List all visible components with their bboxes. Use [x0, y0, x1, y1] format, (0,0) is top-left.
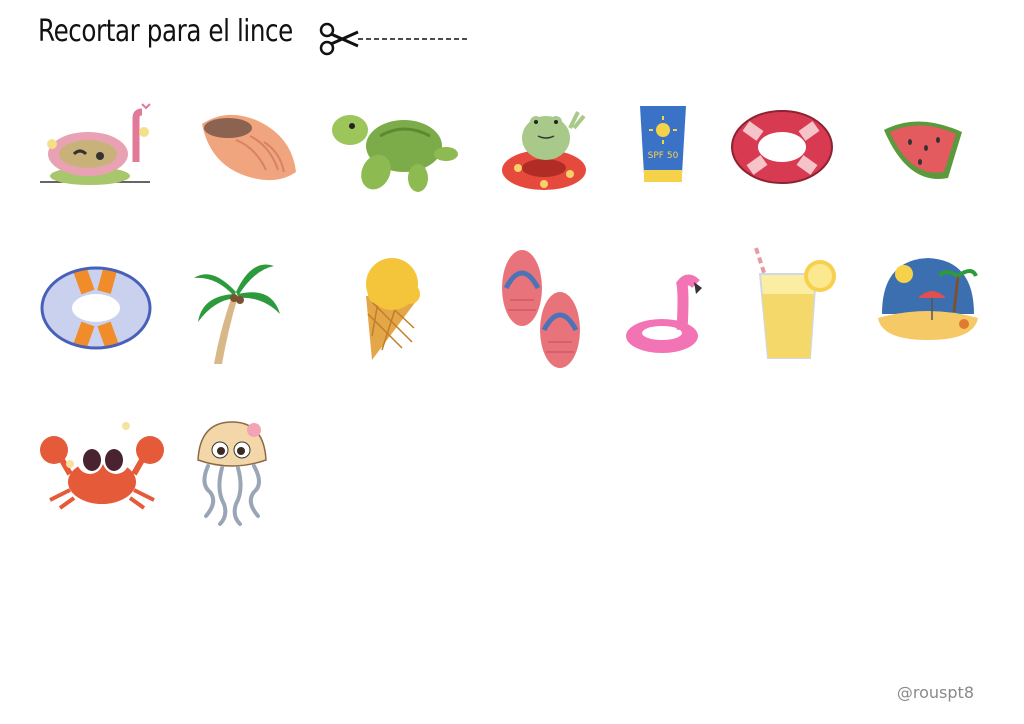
- page-title: Recortar para el lince: [38, 14, 293, 49]
- snorkel-mask-icon: [38, 103, 156, 188]
- sea-turtle-icon: [330, 106, 460, 194]
- blue-swim-ring-icon: [40, 266, 152, 350]
- sunscreen-label: SPF 50: [648, 151, 679, 161]
- flip-flops-icon: [500, 250, 586, 370]
- sunscreen-icon: SPF 50: [638, 106, 688, 184]
- author-credit: @rouspt8: [896, 683, 974, 702]
- scissors-icon: [319, 22, 470, 56]
- crab-icon: [40, 420, 164, 510]
- flamingo-float-icon: [624, 274, 704, 356]
- frog-on-float-icon: [500, 108, 592, 194]
- palm-tree-icon: [192, 256, 282, 366]
- watermelon-slice-icon: [878, 112, 968, 184]
- lemonade-glass-icon: [750, 244, 840, 362]
- seashell-icon: [196, 110, 300, 186]
- beach-scene-icon: [878, 254, 978, 342]
- cut-line: [318, 22, 478, 56]
- ice-cream-cone-icon: [358, 256, 428, 362]
- jellyfish-icon: [194, 420, 270, 526]
- red-swim-ring-icon: [730, 110, 834, 184]
